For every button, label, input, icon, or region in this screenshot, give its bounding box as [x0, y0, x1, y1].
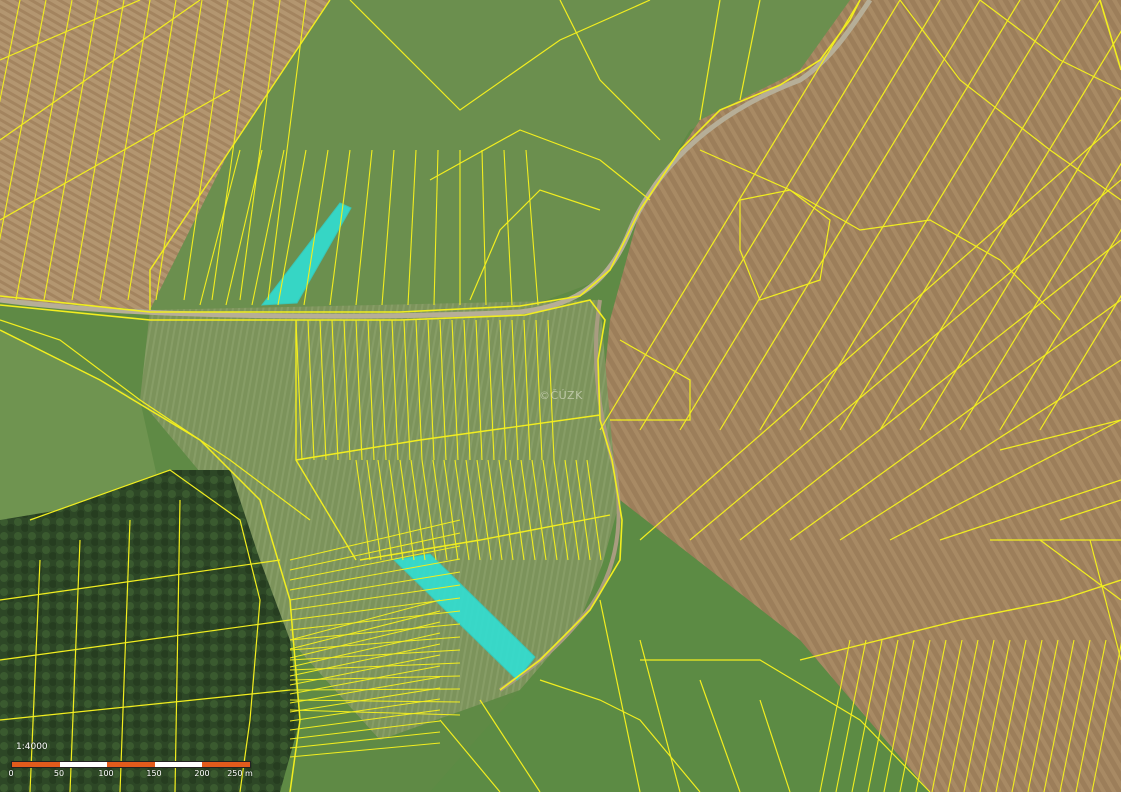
scale-segment: [59, 762, 108, 767]
scale-segments: [11, 761, 251, 768]
scale-tick-labels: 0 50 100 150 200 250 m: [8, 769, 253, 781]
scale-bar: 1:4000 0 50 100 150 200 250 m: [8, 742, 253, 782]
cadastral-map-view[interactable]: ©ČÚZK 1:4000 0 50 100 150 200 250 m: [0, 0, 1121, 792]
scale-segment: [202, 762, 250, 767]
scale-tick-label: 150: [146, 769, 162, 778]
scale-segment: [107, 762, 155, 767]
scale-tick-label: 0: [8, 769, 14, 778]
scale-tick-label: 250 m: [227, 769, 253, 778]
copyright-watermark: ©ČÚZK: [539, 389, 583, 402]
scale-title: 1:4000: [16, 742, 48, 752]
scale-segment: [154, 762, 203, 767]
scale-tick-label: 200: [194, 769, 210, 778]
scale-tick-label: 50: [53, 769, 65, 778]
scale-tick-label: 100: [98, 769, 114, 778]
scale-segment: [12, 762, 60, 767]
